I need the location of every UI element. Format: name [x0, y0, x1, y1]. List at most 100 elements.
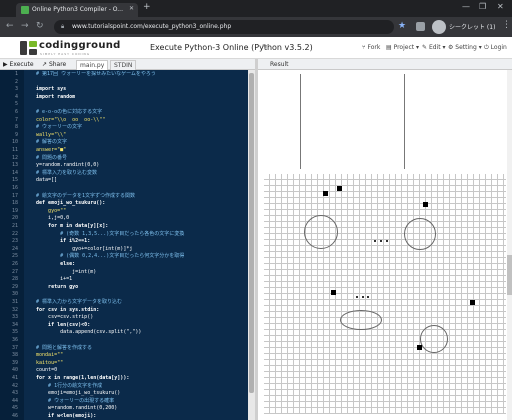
code-line: # (偶数 0,2,4...)文字目だったら何文字分かを取得 [30, 253, 185, 260]
tab-main-py[interactable]: main.py [76, 60, 109, 70]
result-scrollbar-track[interactable] [507, 70, 512, 420]
maximize-button[interactable]: ❐ [479, 2, 486, 11]
code-line: w=random.randint(0,200) [30, 405, 118, 412]
line-number: 21 [11, 223, 18, 229]
ascii-dot [356, 296, 358, 298]
line-number: 36 [11, 337, 18, 343]
line-number: 35 [11, 329, 18, 336]
line-number: 25 [11, 253, 18, 260]
page-title: Execute Python-3 Online (Python v3.5.2) [150, 43, 313, 52]
line-number: 5 [14, 101, 18, 108]
code-line: # 第17回 ウォーリーを探せみたいなゲームをやろう [30, 71, 156, 77]
browser-tab[interactable]: Online Python3 Compiler - O... ✕ [16, 3, 138, 17]
answer-marker [470, 300, 475, 305]
edit-menu[interactable]: ✎ Edit ▾ [422, 44, 445, 51]
code-line: def emoji_wo_tsukuru(): [30, 200, 106, 207]
line-number: 45 [11, 405, 18, 412]
line-number: 38 [11, 352, 18, 359]
code-line: if w<len(emoji): [30, 413, 97, 419]
project-menu[interactable]: ▤ Project ▾ [386, 44, 419, 51]
editor-pane: ▶ Execute ↗ Share main.py STDIN 1 # 第17回… [0, 59, 255, 420]
close-tab-icon[interactable]: ✕ [129, 5, 134, 12]
result-scrollbar-thumb[interactable] [507, 255, 512, 295]
code-line: # 標準入力を取り込む変数 [30, 169, 98, 176]
logo-tagline: SIMPLY EASY CODING [40, 52, 91, 56]
tab-stdin[interactable]: STDIN [110, 60, 137, 70]
execute-button[interactable]: ▶ Execute [3, 60, 34, 69]
code-line: # 問題の番号 [30, 154, 68, 161]
ascii-eye-right [404, 218, 436, 250]
answer-marker [323, 191, 328, 196]
ascii-dot [380, 240, 382, 242]
lock-icon: 🔒︎ [61, 23, 65, 30]
share-button[interactable]: ↗ Share [42, 60, 66, 69]
codingground-logo-icon[interactable] [20, 41, 37, 55]
code-line: j=int(m) [30, 268, 97, 275]
ascii-cheek [420, 325, 448, 353]
line-number: 14 [11, 169, 18, 176]
code-line: count=0 [30, 367, 58, 374]
execute-label: Execute [9, 61, 34, 68]
line-number: 33 [11, 314, 18, 321]
line-number: 24 [11, 245, 18, 252]
forward-icon[interactable]: → [21, 21, 29, 31]
code-line: data=[] [30, 177, 58, 184]
browser-menu-icon[interactable]: ⋮ [502, 20, 511, 30]
bookmark-star-icon[interactable]: ★ [398, 21, 406, 31]
output-vertical-line [300, 74, 301, 169]
new-tab-button[interactable]: + [143, 2, 151, 12]
back-icon[interactable]: ← [6, 21, 14, 31]
code-line: for m in data[y][x]: [30, 223, 109, 229]
line-number: 22 [11, 230, 18, 237]
profile-avatar[interactable] [432, 20, 446, 34]
logo-text: codingground [39, 40, 121, 51]
ascii-eye-left [304, 215, 338, 249]
editor-toolbar: ▶ Execute ↗ Share main.py STDIN [0, 59, 255, 70]
code-line: emoji=emoji_wo_tsukuru() [30, 390, 121, 397]
code-line: # 問題と解答を作成する [30, 344, 93, 351]
line-number: 10 [11, 139, 18, 146]
share-label: Share [48, 61, 67, 68]
reload-icon[interactable]: ↻ [36, 21, 44, 31]
code-line: if i%2==1: [30, 238, 91, 245]
edit-title-icon[interactable]: ✎ [262, 43, 268, 51]
code-line: for csv in sys.stdin: [30, 306, 100, 313]
code-line: # 標準入力から文字データを取り込む [30, 299, 123, 305]
project-label: Project [393, 44, 415, 51]
close-window-button[interactable]: ✕ [497, 2, 504, 11]
setting-label: Setting [455, 44, 477, 51]
fork-menu[interactable]: ⑂ Fork [362, 44, 380, 51]
line-number: 8 [14, 124, 18, 131]
ascii-dot [386, 240, 388, 242]
line-number: 1 [14, 71, 18, 77]
code-line: # (奇数 1,3,5...)文字目だったら各色の文字に変換 [30, 230, 185, 237]
line-number: 23 [11, 238, 18, 245]
editor-scrollbar-thumb[interactable] [249, 73, 254, 393]
login-menu[interactable]: ⏻ Login [484, 44, 507, 52]
setting-menu[interactable]: ⚙ Setting ▾ [448, 44, 482, 51]
site-header: codingground SIMPLY EASY CODING Execute … [0, 37, 512, 59]
code-line: # ウォーリーの文字 [30, 124, 83, 131]
line-number: 32 [11, 306, 18, 313]
code-line: i+=1 [30, 276, 73, 283]
code-line: # 1行分の絵文字を作成 [30, 382, 103, 389]
minimize-button[interactable]: — [462, 2, 470, 11]
profile-name[interactable]: シークレット (1) [449, 22, 495, 31]
result-label: Result [270, 61, 289, 68]
code-editor[interactable]: 1 # 第17回 ウォーリーを探せみたいなゲームをやろう 2 3 import sy… [0, 71, 248, 420]
line-number: 30 [11, 291, 18, 298]
line-number: 3 [14, 86, 18, 93]
code-line: return gyo [30, 283, 79, 290]
line-number: 11 [11, 147, 18, 153]
line-number: 4 [14, 93, 18, 100]
url-text: www.tutorialspoint.com/execute_python3_o… [72, 23, 232, 30]
code-line: gyo="" [30, 207, 67, 214]
address-bar[interactable]: 🔒︎ www.tutorialspoint.com/execute_python… [54, 20, 394, 34]
code-line: data.append(csv.split(",")) [30, 329, 142, 336]
code-line: # e-o-oの色に対応する文字 [30, 109, 103, 115]
ascii-dot [374, 240, 376, 242]
line-number: 31 [11, 299, 18, 305]
code-line: kaitou="" [30, 359, 64, 366]
tab-title: Online Python3 Compiler - O... [32, 6, 123, 13]
extension-icon[interactable] [416, 22, 425, 31]
